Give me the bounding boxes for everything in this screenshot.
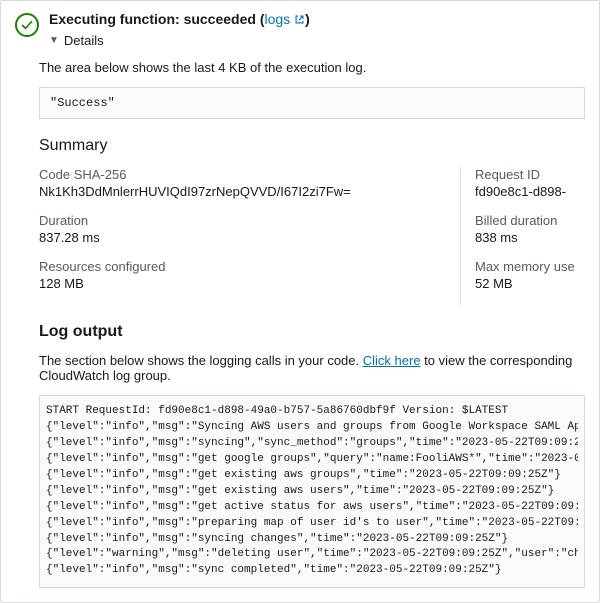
log-line: {"level":"info","msg":"sync completed","…	[46, 563, 578, 579]
panel-title: Executing function: succeeded (logs )	[49, 11, 585, 27]
cloudwatch-link[interactable]: Click here	[363, 353, 421, 368]
summary-billed: Billed duration 838 ms	[475, 213, 585, 245]
details-toggle[interactable]: ▼ Details	[49, 33, 585, 48]
summary-duration: Duration 837.28 ms	[39, 213, 460, 245]
details-label: Details	[64, 33, 104, 48]
log-output-description: The section below shows the logging call…	[39, 353, 585, 383]
logs-link[interactable]: logs	[265, 11, 306, 27]
sha-label: Code SHA-256	[39, 167, 460, 182]
success-icon	[15, 13, 39, 37]
result-output: "Success"	[39, 87, 585, 119]
log-line: {"level":"info","msg":"get existing aws …	[46, 468, 578, 484]
triangle-down-icon: ▼	[49, 35, 59, 46]
request-id-label: Request ID	[475, 167, 585, 182]
panel-content: The area below shows the last 4 KB of th…	[1, 60, 599, 602]
max-mem-label: Max memory use	[475, 259, 585, 274]
execution-result-panel: Executing function: succeeded (logs ) ▼ …	[0, 0, 600, 603]
log-line: {"level":"info","msg":"syncing","sync_me…	[46, 436, 578, 452]
panel-header: Executing function: succeeded (logs ) ▼ …	[1, 1, 599, 48]
log-desc-pre: The section below shows the logging call…	[39, 353, 363, 368]
billed-value: 838 ms	[475, 230, 585, 245]
log-output-box: START RequestId: fd90e8c1-d898-49a0-b757…	[39, 395, 585, 588]
log-line: {"level":"info","msg":"get active status…	[46, 500, 578, 516]
max-mem-value: 52 MB	[475, 276, 585, 291]
summary-request-id: Request ID fd90e8c1-d898-	[475, 167, 585, 199]
title-prefix: Executing function:	[49, 11, 184, 27]
sha-value: Nk1Kh3DdMnlerrHUVIQdI97zrNepQVVD/I67I2zi…	[39, 184, 460, 199]
status-text: succeeded	[184, 11, 256, 27]
duration-label: Duration	[39, 213, 460, 228]
summary-resources: Resources configured 128 MB	[39, 259, 460, 291]
summary-max-memory: Max memory use 52 MB	[475, 259, 585, 291]
logs-link-label: logs	[265, 11, 291, 27]
log-line: {"level":"info","msg":"Syncing AWS users…	[46, 420, 578, 436]
log-line: {"level":"warning","msg":"deleting user"…	[46, 547, 578, 563]
log-line: START RequestId: fd90e8c1-d898-49a0-b757…	[46, 404, 578, 420]
billed-label: Billed duration	[475, 213, 585, 228]
log-line: {"level":"info","msg":"get existing aws …	[46, 484, 578, 500]
resources-label: Resources configured	[39, 259, 460, 274]
resources-value: 128 MB	[39, 276, 460, 291]
log-line: {"level":"info","msg":"syncing changes",…	[46, 532, 578, 548]
execution-log-description: The area below shows the last 4 KB of th…	[39, 60, 585, 75]
external-link-icon	[294, 14, 305, 25]
log-line: {"level":"info","msg":"get google groups…	[46, 452, 578, 468]
log-output-heading: Log output	[39, 323, 585, 341]
request-id-value: fd90e8c1-d898-	[475, 184, 585, 199]
summary-grid: Code SHA-256 Nk1Kh3DdMnlerrHUVIQdI97zrNe…	[39, 167, 585, 305]
log-line: {"level":"info","msg":"preparing map of …	[46, 516, 578, 532]
duration-value: 837.28 ms	[39, 230, 460, 245]
summary-heading: Summary	[39, 137, 585, 155]
summary-sha: Code SHA-256 Nk1Kh3DdMnlerrHUVIQdI97zrNe…	[39, 167, 460, 199]
